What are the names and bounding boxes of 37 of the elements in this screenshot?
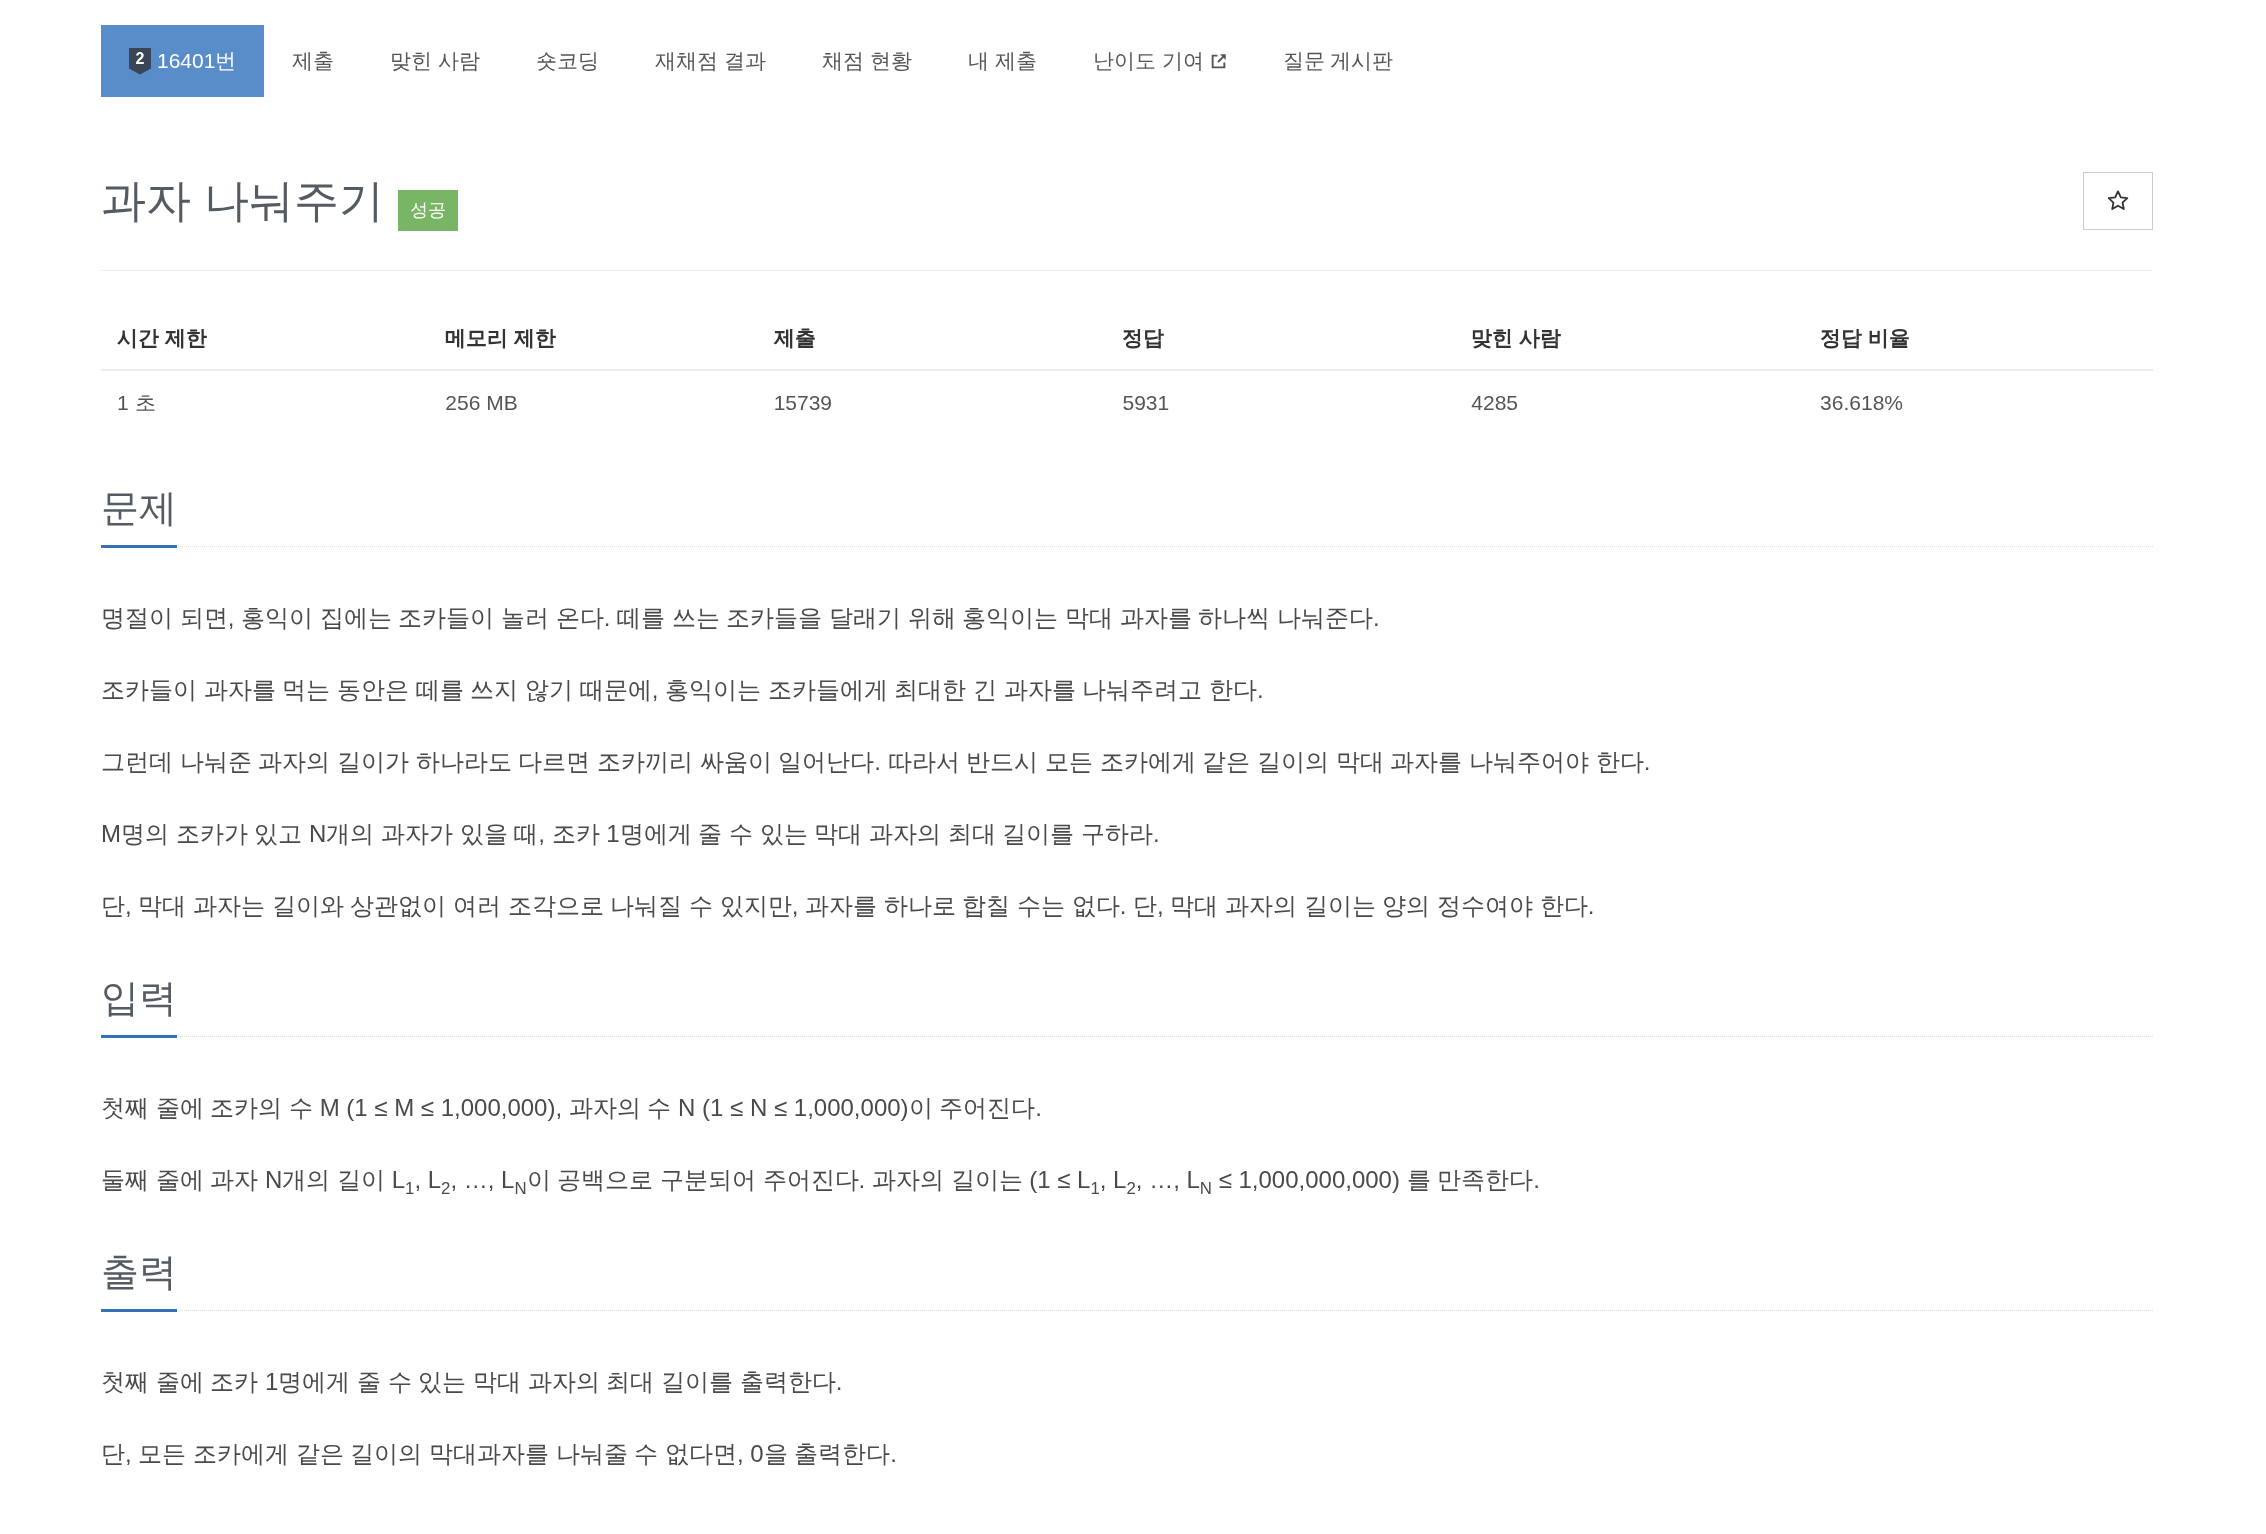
section-heading: 출력	[101, 1249, 177, 1312]
nav-tab[interactable]: 재채점 결과	[627, 25, 795, 97]
star-button[interactable]	[2083, 171, 2153, 230]
problem-text: 단, 모든 조카에게 같은 길이의 막대과자를 나눠줄 수 없다면, 0을 출력한다.	[101, 1439, 899, 1469]
nav-tab[interactable]: 난이도 기여	[1064, 25, 1255, 97]
problem-text: 둘째 줄에 과자 N개의 길이 L$_{1}$, L$_{2}$, …, L$_{N}$이 공백으로 구분되어 주어진다. 과자의 길이는 (1 ≤ L$_{1}$, L$_{2}$, …, L$_{N}$ ≤ 1,000,000,000) 를 만족한다.	[101, 1165, 1541, 1198]
problem-text: M명의 조카가 있고 N개의 과자가 있을 때, 조카 1명에게 줄 수 있는 막대 과자의 최대 길이를 구하라.	[101, 819, 1161, 849]
table-header: 시간 제한	[101, 306, 430, 370]
table-cell: 256 MB	[429, 370, 758, 434]
table-cell: 1 초	[101, 370, 430, 434]
table-header: 제출	[757, 306, 1107, 370]
nav-tab[interactable]: 채점 현황	[794, 25, 940, 97]
table-cell: 36.618%	[1804, 370, 2153, 434]
table-cell: 4285	[1455, 370, 1805, 434]
nav-tab[interactable]: 숏코딩	[508, 25, 628, 97]
section-heading: 문제	[101, 485, 177, 548]
table-cell: 5931	[1106, 370, 1456, 434]
table-header: 정답 비율	[1804, 306, 2153, 370]
table-header: 맞힌 사람	[1455, 306, 1805, 370]
result-label: 성공	[397, 190, 458, 231]
problem-text: 조카들이 과자를 먹는 동안은 떼를 쓰지 않기 때문에, 홍익이는 조카들에게 최대한 긴 과자를 나눠주려고 한다.	[101, 675, 1265, 705]
nav-tab[interactable]: 제출	[264, 25, 363, 97]
table-header: 메모리 제한	[429, 306, 758, 370]
problem-text: 첫째 줄에 조카 1명에게 줄 수 있는 막대 과자의 최대 길이를 출력한다.	[101, 1367, 844, 1397]
nav-tab[interactable]: 맞힌 사람	[362, 25, 509, 97]
table-header: 정답	[1106, 306, 1456, 370]
problem-text: 그런데 나눠준 과자의 길이가 하나라도 다르면 조카끼리 싸움이 일어난다. 따라서 반드시 모든 조카에게 같은 길이의 막대 과자를 나눠주어야 한다.	[101, 747, 1652, 777]
nav-tab[interactable]: 내 제출	[939, 25, 1065, 97]
problem-text: 단, 막대 과자는 길이와 상관없이 여러 조각으로 나눠질 수 있지만, 과자를 하나로 합칠 수는 없다. 단, 막대 과자의 길이는 양의 정수여야 한다.	[101, 891, 1596, 921]
problem-text: 명절이 되면, 홍익이 집에는 조카들이 놀러 온다. 떼를 쓰는 조카들을 달래기 위해 홍익이는 막대 과자를 하나씩 나눠준다.	[101, 603, 1381, 633]
problem-title: 과자 나눠주기	[101, 173, 384, 228]
table-cell: 15739	[757, 370, 1107, 434]
tier-badge: 2	[129, 47, 151, 75]
nav-tab[interactable]: 질문 게시판	[1254, 25, 1422, 97]
section-heading: 입력	[101, 975, 177, 1038]
problem-text: 첫째 줄에 조카의 수 M (1 ≤ M ≤ 1,000,000), 과자의 수 N (1 ≤ N ≤ 1,000,000)이 주어진다.	[101, 1093, 1043, 1123]
nav-tab[interactable]: 2 16401번	[101, 25, 265, 97]
